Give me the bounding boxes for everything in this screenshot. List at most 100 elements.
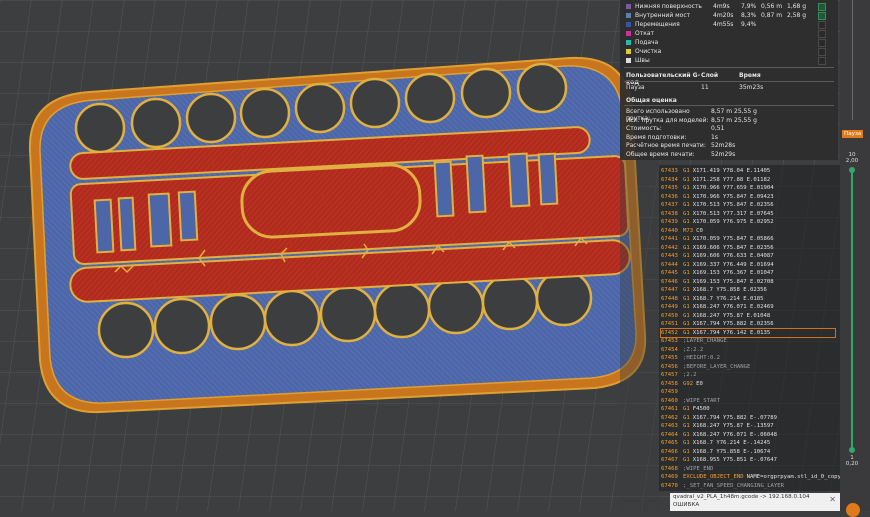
legend-visibility-checkbox[interactable] [818, 39, 826, 47]
legend-swatch [626, 4, 631, 9]
estimate-value: 1s [711, 133, 718, 141]
legend-label: Перемещения [635, 21, 680, 28]
gcode-line-number: 67455 [661, 355, 678, 361]
gcode-line[interactable]: 67436 G1 X170.966 Y75.847 E.09423 [661, 193, 774, 201]
gcode-command: G1 [683, 440, 690, 446]
estimate-value: 8,57 m 25,55 g [711, 108, 757, 115]
gcode-line[interactable]: 67464 G1 X168.247 Y76.071 E-.06048 [661, 431, 777, 439]
legend-time: 4m55s [713, 21, 734, 28]
pause-tag[interactable]: Пауза [842, 130, 864, 138]
gcode-line[interactable]: 67461 G1 F4500 [661, 405, 710, 413]
gcode-line[interactable]: 67456 ;BEFORE_LAYER_CHANGE [661, 363, 750, 371]
gcode-line[interactable]: 67446 G1 X169.153 Y75.847 E.02708 [661, 278, 774, 286]
gcode-line-number: 67457 [661, 372, 678, 378]
settings-cog-icon[interactable] [846, 503, 860, 517]
gcode-command: G1 [683, 202, 690, 208]
gcode-args: X171.258 Y77.88 E.01182 [692, 176, 771, 183]
gcode-line[interactable]: 67466 G1 X168.7 Y75.858 E-.10674 [661, 448, 770, 456]
gcode-line[interactable]: 67459 [661, 388, 683, 396]
gcode-line[interactable]: 67469 EXCLUDE_OBJECT_END NAME=orgprpyam.st… [661, 473, 848, 481]
gcode-line[interactable]: 67460 ;WIPE_START [661, 397, 720, 405]
gcode-line-number: 67467 [661, 457, 678, 463]
gcode-args: X168.955 Y75.851 E-.07647 [692, 457, 777, 463]
gcode-args: X170.966 Y77.659 E.01904 [692, 185, 774, 191]
gcode-line-number: 67433 [661, 168, 678, 174]
legend-visibility-checkbox[interactable] [818, 57, 826, 65]
gcode-line[interactable]: 67470 ;_SET_FAN_SPEED_CHANGING_LAYER [661, 482, 784, 490]
gcode-args: X170.059 Y76.975 E.02952 [692, 219, 774, 225]
gcode-line[interactable]: 67444 G1 X169.337 Y76.449 E.01694 [661, 261, 774, 269]
gcode-command: G1 [683, 287, 690, 293]
legend-visibility-checkbox[interactable] [818, 30, 826, 38]
gcode-line-number: 67435 [661, 185, 678, 191]
gcode-command: G1 [683, 168, 690, 174]
gcode-args: ;BEFORE_LAYER_CHANGE [683, 363, 751, 370]
legend-swatch [626, 58, 631, 63]
gcode-line[interactable]: 67455 ;HEIGHT:0.2 [661, 354, 720, 362]
gcode-command: G1 [683, 236, 690, 242]
gcode-line[interactable]: 67437 G1 X170.513 Y75.847 E.02356 [661, 201, 774, 209]
gcode-line[interactable]: 67465 G1 X168.7 Y76.214 E-.14245 [661, 439, 770, 447]
legend-item[interactable]: Очистка [626, 47, 817, 56]
legend-item[interactable]: Швы [626, 56, 817, 65]
gcode-line[interactable]: 67443 G1 X169.606 Y76.633 E.04087 [661, 252, 774, 260]
bottom-thumb[interactable] [849, 447, 855, 453]
legend-visibility-checkbox[interactable] [818, 12, 826, 20]
gcode-line[interactable]: 67438 G1 X170.513 Y77.317 E.07645 [661, 210, 774, 218]
gcode-line-number: 67434 [661, 176, 678, 183]
gcode-line[interactable]: 67458 G92 E0 [661, 380, 703, 388]
gcode-line[interactable]: 67454 ;Z:2.2 [661, 346, 703, 354]
gcode-line[interactable]: 67463 G1 X168.247 Y75.87 E-.13597 [661, 422, 774, 430]
print-model [28, 56, 647, 414]
gcode-line[interactable]: 67433 G1 X171.419 Y78.04 E.11405 [661, 167, 770, 175]
legend-len: 0,56 m [761, 3, 783, 10]
gcode-line[interactable]: 67449 G1 X168.247 Y76.071 E.02469 [661, 303, 774, 311]
gcode-line[interactable]: 67440 M73 C0 [661, 227, 703, 235]
gcode-line-number: 67438 [661, 210, 678, 217]
gcode-line[interactable]: 67441 G1 X170.059 Y75.847 E.05866 [661, 235, 774, 243]
estimate-row: Общее время печати: 52m29s [626, 151, 735, 159]
legend-item[interactable]: Нижняя поверхность 4m9s 7,9% 0,56 m 1,68 g [626, 2, 817, 11]
gcode-line[interactable]: 67462 G1 X167.794 Y75.882 E-.07789 [661, 414, 777, 422]
gcode-line[interactable]: 67451 G1 X167.794 Y75.882 E.02356 [661, 320, 774, 328]
gcode-line-number: 67454 [661, 346, 678, 353]
close-icon[interactable]: ✕ [829, 495, 836, 504]
legend-visibility-checkbox[interactable] [818, 48, 826, 56]
estimate-value: 52m28s [711, 142, 736, 149]
legend-item[interactable]: Подача [626, 38, 817, 47]
gcode-args: E0 [696, 380, 703, 387]
gcode-line[interactable]: 67457 ;2.2 [661, 371, 696, 379]
gcode-line[interactable]: 67452 G1 X167.794 Y76.142 E.0135 [660, 327, 836, 338]
legend-pct: 8,3% [741, 12, 757, 19]
gcode-command: G1 [683, 423, 690, 429]
gcode-line[interactable]: 67448 G1 X168.7 Y76.214 E.0185 [661, 295, 763, 303]
gcode-line[interactable]: 67442 G1 X169.606 Y75.847 E.02356 [661, 244, 774, 252]
gcode-command: G1 [683, 210, 690, 217]
gcode-args: ;_SET_FAN_SPEED_CHANGING_LAYER [683, 482, 785, 489]
legend-item[interactable]: Откат [626, 29, 817, 38]
gcode-line[interactable]: 67468 ;WIPE_END [661, 465, 713, 473]
gcode-line-number: 67469 [661, 474, 678, 480]
gcode-line[interactable]: 67453 ;LAYER_CHANGE [661, 337, 727, 345]
estimate-row: Расчётное время печати: 52m28s [626, 142, 735, 150]
layer-slider[interactable]: Пауза 10 2,00 1 0,20 [840, 0, 870, 517]
center-window [240, 163, 422, 239]
gcode-line[interactable]: 67435 G1 X170.966 Y77.659 E.01904 [661, 184, 774, 192]
legend-pct: 7,9% [741, 3, 757, 10]
gcode-line[interactable]: 67450 G1 X168.247 Y75.87 E.01048 [661, 312, 770, 320]
gcode-line[interactable]: 67467 G1 X168.955 Y75.851 E-.07647 [661, 456, 777, 464]
gcode-args: X167.794 Y75.882 E-.07789 [692, 414, 777, 421]
gcode-viewer[interactable]: 67433 G1 X171.419 Y78.04 E.11405 67434 G1 X17… [659, 165, 848, 491]
gcode-line[interactable]: 67447 G1 X168.7 Y75.858 E.02356 [661, 286, 767, 294]
gcode-args: C0 [696, 227, 703, 234]
gcode-line-number: 67440 [661, 227, 678, 234]
legend-item[interactable]: Перемещения 4m55s 9,4% [626, 20, 817, 29]
legend-item[interactable]: Внутренний мост 4m20s 8,3% 0,87 m 2,58 g [626, 11, 817, 20]
top-thumb-label: 10 2,00 [844, 152, 860, 164]
gcode-line[interactable]: 67434 G1 X171.258 Y77.88 E.01182 [661, 176, 770, 184]
legend-visibility-checkbox[interactable] [818, 3, 826, 11]
legend-visibility-checkbox[interactable] [818, 21, 826, 29]
gcode-line[interactable]: 67445 G1 X169.153 Y76.367 E.01047 [661, 269, 774, 277]
gcode-line[interactable]: 67439 G1 X170.059 Y76.975 E.02952 [661, 218, 774, 226]
legend-pct: 9,4% [741, 21, 757, 28]
